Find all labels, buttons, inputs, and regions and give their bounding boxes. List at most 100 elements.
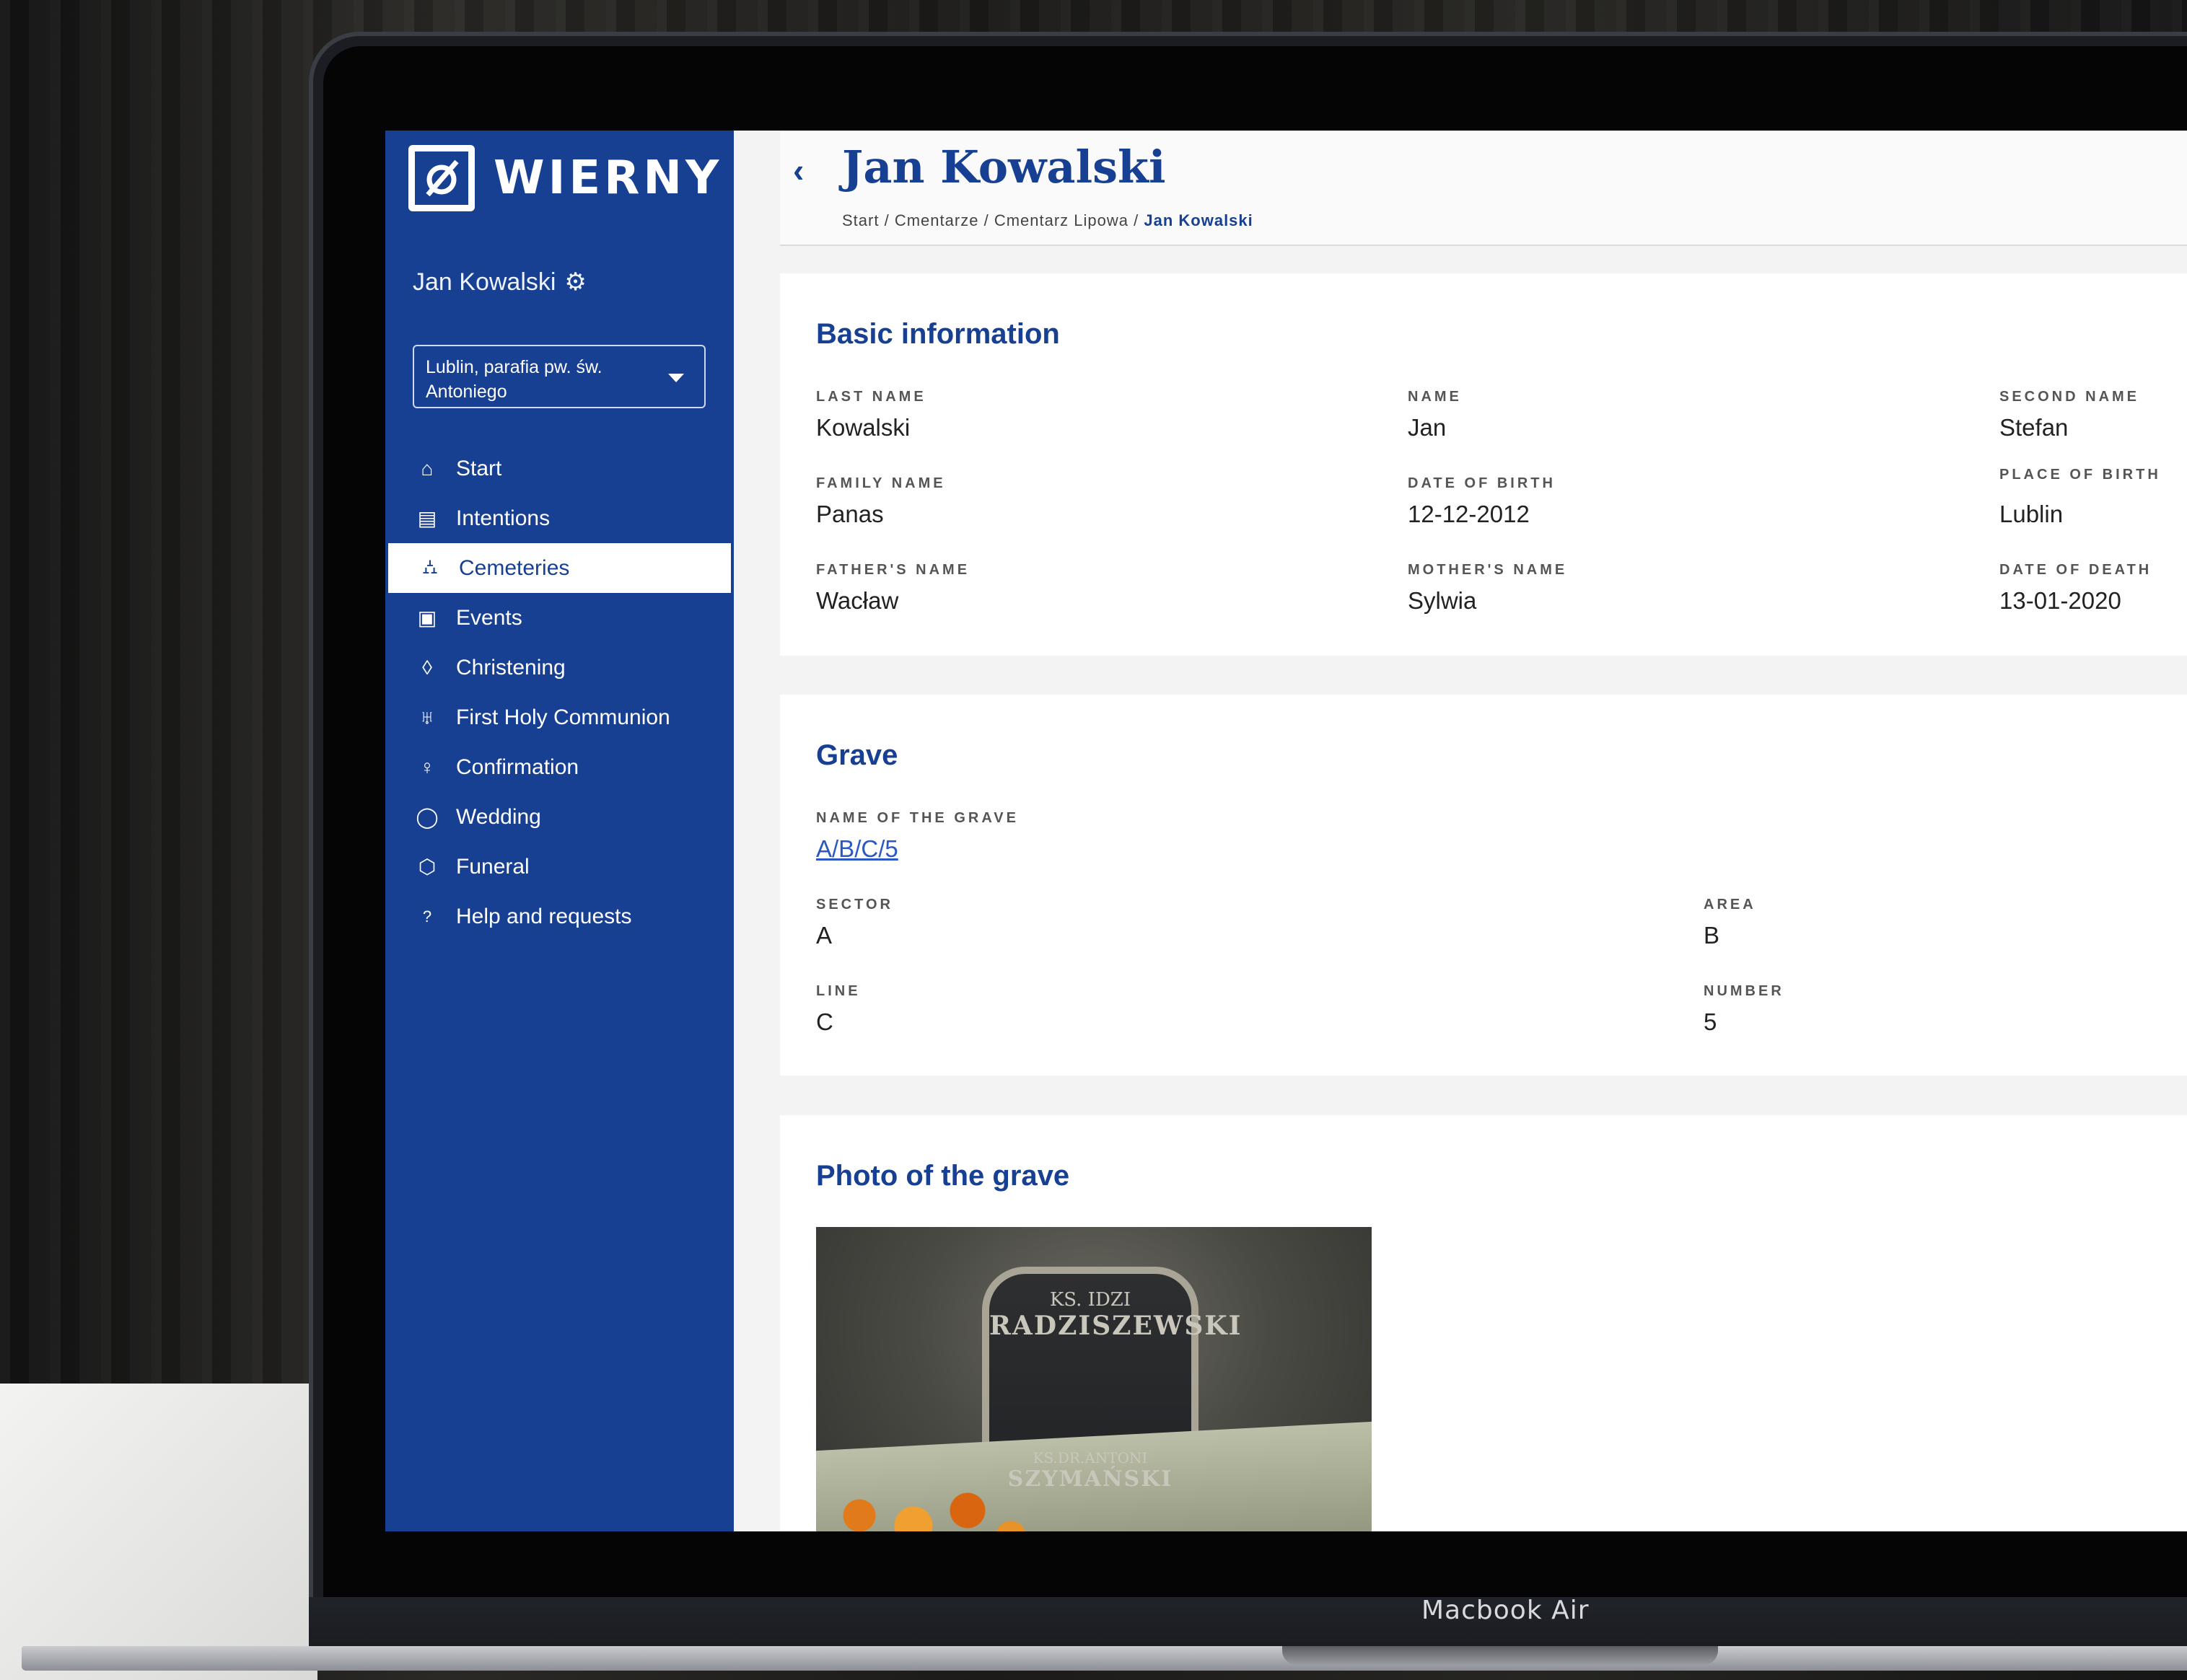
page-title: Jan Kowalski bbox=[842, 141, 1166, 193]
sidebar-item-label: Start bbox=[456, 456, 502, 480]
page-header: ‹ Jan Kowalski Start / Cmentarze / Cment… bbox=[780, 131, 2187, 246]
sidebar-item-wedding[interactable]: ◯ Wedding bbox=[385, 792, 734, 842]
sidebar-item-label: Help and requests bbox=[456, 904, 632, 928]
date-of-death-field: DATE OF DEATH 13-01-2020 bbox=[1999, 562, 2152, 615]
inscription-line: SZYMAŃSKI bbox=[1007, 1466, 1173, 1492]
inscription-line: KS. IDZI bbox=[1049, 1289, 1131, 1311]
grave-name-link[interactable]: A/B/C/5 bbox=[816, 835, 1019, 863]
breadcrumb-separator: / bbox=[983, 211, 989, 229]
field-value: 13-01-2020 bbox=[1999, 587, 2121, 614]
field-value: Sylwia bbox=[1408, 587, 1477, 614]
field-value: Stefan bbox=[1999, 414, 2069, 441]
field-value: Panas bbox=[816, 501, 884, 527]
field-label: LAST NAME bbox=[816, 389, 926, 405]
date-of-birth-field: DATE OF BIRTH 12-12-2012 bbox=[1408, 475, 1556, 528]
main-content: ‹ Jan Kowalski Start / Cmentarze / Cment… bbox=[734, 131, 2187, 1531]
background-paper bbox=[0, 1384, 317, 1680]
sidebar-item-label: Cemeteries bbox=[459, 555, 570, 580]
chalice-icon: ♅ bbox=[419, 705, 435, 729]
question-icon: ? bbox=[422, 907, 432, 925]
name-field: NAME Jan bbox=[1408, 389, 1462, 441]
field-value: A bbox=[816, 922, 833, 949]
parish-select-value: Lublin, parafia pw. św. Antoniego bbox=[426, 357, 602, 402]
breadcrumb-cemeteries[interactable]: Cmentarze bbox=[895, 211, 979, 229]
place-of-birth-field: PLACE OF BIRTH Lublin bbox=[1999, 467, 2161, 528]
sidebar-item-label: Wedding bbox=[456, 804, 541, 829]
logo-text: WIERNY bbox=[494, 151, 723, 205]
app-screen: WIERNY Jan Kowalski ⚙ Lublin, parafia pw… bbox=[385, 131, 2187, 1531]
gear-icon[interactable]: ⚙ bbox=[564, 268, 586, 296]
field-label: SECOND NAME bbox=[1999, 389, 2140, 405]
area-field: AREA B bbox=[1704, 897, 1756, 949]
basic-info-title: Basic information bbox=[816, 318, 1060, 350]
grave-photo[interactable]: KS. IDZI RADZISZEWSKI KS.DR.ANTONI SZYMA… bbox=[816, 1227, 1372, 1531]
field-label: NUMBER bbox=[1704, 983, 1784, 999]
coffin-icon: ⬡ bbox=[418, 856, 437, 878]
field-label: MOTHER'S NAME bbox=[1408, 562, 1568, 578]
basic-info-card: Basic information LAST NAME Kowalski NAM… bbox=[780, 273, 2187, 656]
sidebar-item-funeral[interactable]: ⬡ Funeral bbox=[385, 842, 734, 892]
parish-select[interactable]: Lublin, parafia pw. św. Antoniego bbox=[413, 345, 706, 408]
sidebar-item-start[interactable]: ⌂ Start bbox=[385, 444, 734, 493]
field-value: Kowalski bbox=[816, 414, 911, 441]
breadcrumb-cemetery[interactable]: Cmentarz Lipowa bbox=[994, 211, 1128, 229]
field-value: B bbox=[1704, 922, 1720, 949]
sidebar-item-confirmation[interactable]: ♀ Confirmation bbox=[385, 742, 734, 792]
sidebar-item-label: Intentions bbox=[456, 506, 551, 530]
sidebar-item-christening[interactable]: ◊ Christening bbox=[385, 643, 734, 692]
back-chevron-icon[interactable]: ‹ bbox=[793, 151, 804, 190]
user-profile[interactable]: Jan Kowalski ⚙ bbox=[413, 268, 587, 296]
sidebar-item-label: Funeral bbox=[456, 854, 530, 879]
breadcrumb-current: Jan Kowalski bbox=[1144, 211, 1253, 229]
field-label: DATE OF DEATH bbox=[1999, 562, 2152, 578]
field-value: C bbox=[816, 1008, 833, 1035]
sidebar-item-label: Events bbox=[456, 605, 522, 630]
number-field: NUMBER 5 bbox=[1704, 983, 1784, 1036]
sidebar-item-label: Confirmation bbox=[456, 755, 579, 779]
drop-icon: ◊ bbox=[422, 656, 432, 679]
field-label: FAMILY NAME bbox=[816, 475, 946, 491]
calendar-icon: ▣ bbox=[417, 607, 437, 629]
sidebar-item-help[interactable]: ? Help and requests bbox=[385, 892, 734, 941]
list-icon: ▤ bbox=[417, 507, 437, 529]
laptop-chin bbox=[309, 1597, 2187, 1648]
home-icon: ⌂ bbox=[421, 457, 434, 480]
chevron-down-icon bbox=[668, 374, 684, 382]
breadcrumb: Start / Cmentarze / Cmentarz Lipowa / Ja… bbox=[842, 211, 1253, 230]
family-name-field: FAMILY NAME Panas bbox=[816, 475, 946, 528]
field-label: LINE bbox=[816, 983, 861, 999]
field-value: Jan bbox=[1408, 414, 1447, 441]
sidebar: WIERNY Jan Kowalski ⚙ Lublin, parafia pw… bbox=[385, 131, 734, 1531]
sidebar-item-intentions[interactable]: ▤ Intentions bbox=[385, 493, 734, 543]
field-label: NAME bbox=[1408, 389, 1462, 405]
field-label: NAME OF THE GRAVE bbox=[816, 810, 1019, 826]
inscription-line: KS.DR.ANTONI bbox=[1033, 1449, 1148, 1466]
grave-card: Grave NAME OF THE GRAVE A/B/C/5 SECTOR A… bbox=[780, 695, 2187, 1076]
field-value: Lublin bbox=[1999, 501, 2064, 527]
mother-name-field: MOTHER'S NAME Sylwia bbox=[1408, 562, 1567, 615]
second-name-field: SECOND NAME Stefan bbox=[1999, 389, 2139, 441]
sidebar-item-communion[interactable]: ♅ First Holy Communion bbox=[385, 692, 734, 742]
field-label: DATE OF BIRTH bbox=[1408, 475, 1556, 491]
breadcrumb-start[interactable]: Start bbox=[842, 211, 879, 229]
photo-title: Photo of the grave bbox=[816, 1160, 1070, 1192]
inscription-line: RADZISZEWSKI bbox=[989, 1311, 1242, 1341]
line-field: LINE C bbox=[816, 983, 861, 1036]
field-label: AREA bbox=[1704, 897, 1756, 912]
device-label: Macbook Air bbox=[1421, 1596, 1590, 1625]
photo-inscription: KS. IDZI RADZISZEWSKI KS.DR.ANTONI SZYMA… bbox=[989, 1285, 1242, 1492]
logo-icon bbox=[408, 145, 475, 211]
sidebar-item-cemeteries[interactable]: ⛼ Cemeteries bbox=[388, 543, 731, 593]
sidebar-item-label: First Holy Communion bbox=[456, 705, 670, 729]
app-logo[interactable]: WIERNY bbox=[408, 145, 722, 211]
user-name: Jan Kowalski bbox=[413, 268, 556, 296]
sidebar-item-events[interactable]: ▣ Events bbox=[385, 593, 734, 643]
grave-title: Grave bbox=[816, 739, 898, 771]
father-name-field: FATHER'S NAME Wacław bbox=[816, 562, 970, 615]
last-name-field: LAST NAME Kowalski bbox=[816, 389, 926, 441]
sidebar-item-label: Christening bbox=[456, 655, 566, 680]
field-value: 12-12-2012 bbox=[1408, 501, 1530, 527]
tombstone-icon: ⛼ bbox=[422, 555, 438, 578]
breadcrumb-separator: / bbox=[1134, 211, 1139, 229]
field-label: SECTOR bbox=[816, 897, 893, 912]
